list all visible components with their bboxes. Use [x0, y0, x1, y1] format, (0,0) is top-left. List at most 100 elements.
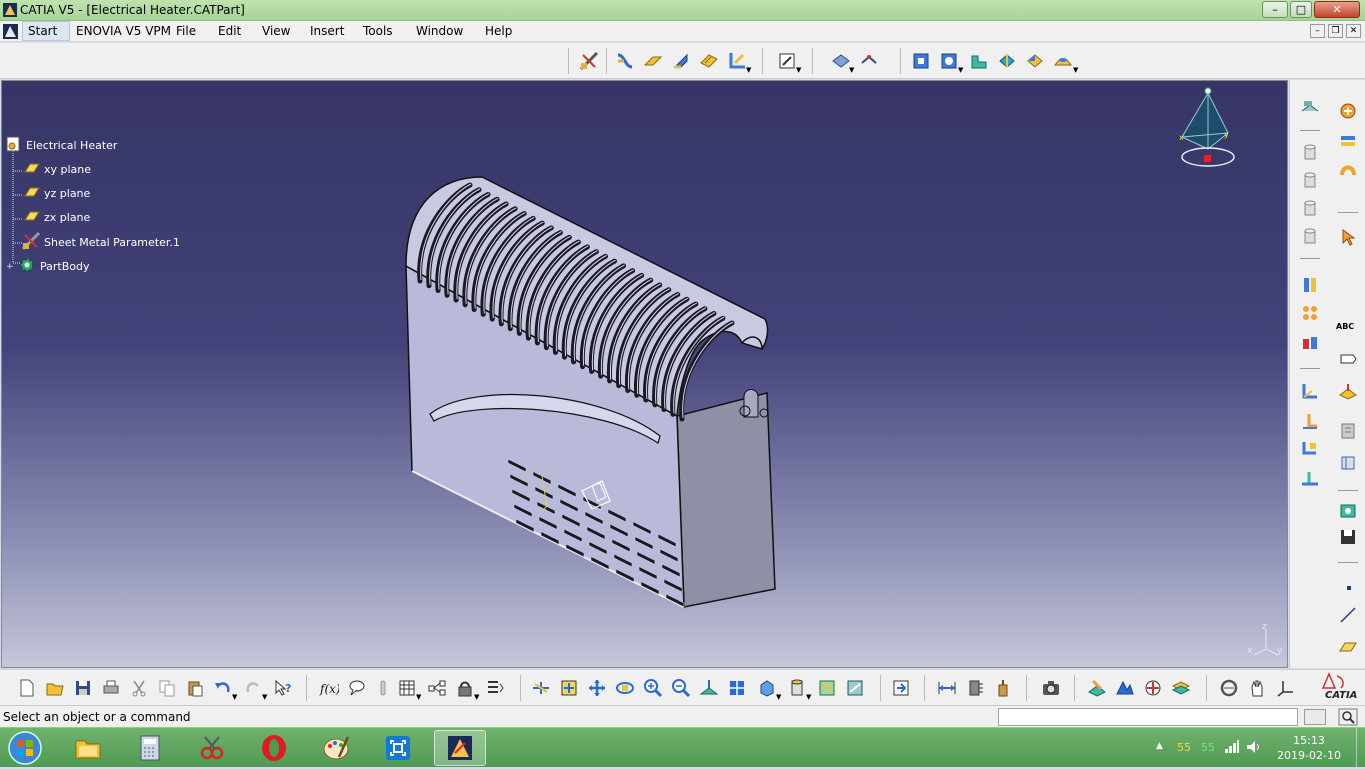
- point-construction-icon[interactable]: [1299, 410, 1321, 432]
- rolled-wall-icon[interactable]: [1337, 130, 1359, 152]
- cylinder-icon-3[interactable]: [1299, 198, 1321, 220]
- multi-view-icon[interactable]: [726, 677, 748, 699]
- select-arrow-icon[interactable]: [1337, 226, 1359, 248]
- rotate-icon[interactable]: [614, 677, 636, 699]
- dropdown-arrow-icon[interactable]: ▼: [849, 66, 854, 74]
- sheet-metal-workbench-icon[interactable]: [1299, 96, 1321, 118]
- hide-show-icon[interactable]: [816, 677, 838, 699]
- menu-help[interactable]: Help: [485, 24, 512, 38]
- cutout-icon[interactable]: [910, 50, 932, 72]
- taskbar-snipping-tool-icon[interactable]: [186, 730, 238, 766]
- cut-icon[interactable]: [128, 677, 150, 699]
- tree-item-xy-plane[interactable]: xy plane: [24, 162, 91, 177]
- cylinder-icon-4[interactable]: [1299, 226, 1321, 248]
- dropdown-arrow-icon[interactable]: ▼: [262, 693, 267, 701]
- hand-pan-icon[interactable]: [1246, 677, 1268, 699]
- expand-icon[interactable]: +: [6, 262, 18, 272]
- comment-icon[interactable]: [346, 677, 368, 699]
- bend-icon[interactable]: [726, 50, 748, 72]
- dropdown-arrow-icon[interactable]: ▼: [474, 693, 479, 701]
- cylinder-icon-2[interactable]: [1299, 170, 1321, 192]
- quick-view-icon[interactable]: [756, 677, 778, 699]
- minimize-button[interactable]: –: [1262, 1, 1288, 18]
- dropdown-arrow-icon[interactable]: ▼: [806, 693, 811, 701]
- hole-icon[interactable]: [938, 50, 960, 72]
- swap-visible-space-icon[interactable]: [844, 677, 866, 699]
- flange-icon[interactable]: [698, 50, 720, 72]
- axis-3d-icon[interactable]: [1274, 677, 1296, 699]
- save-icon[interactable]: [72, 677, 94, 699]
- measure-icon[interactable]: [1299, 332, 1321, 354]
- dropdown-arrow-icon[interactable]: ▼: [416, 693, 421, 701]
- whats-this-help-icon[interactable]: ?: [272, 677, 294, 699]
- show-hidden-icons-button[interactable]: ▲: [1156, 741, 1163, 751]
- render-shading-icon[interactable]: [1142, 677, 1164, 699]
- cylinder-icon-1[interactable]: [1299, 142, 1321, 164]
- maximize-button[interactable]: □: [1290, 1, 1312, 18]
- menu-start[interactable]: Start: [28, 24, 57, 38]
- tree-item-partbody[interactable]: + PartBody: [6, 256, 89, 277]
- normal-view-icon[interactable]: [698, 677, 720, 699]
- print-icon[interactable]: [100, 677, 122, 699]
- taskbar-explorer-icon[interactable]: [62, 730, 114, 766]
- measure-inertia-icon[interactable]: [992, 677, 1014, 699]
- formula-icon[interactable]: f(x): [318, 677, 340, 699]
- wall-on-edge-icon[interactable]: [642, 50, 664, 72]
- redo-icon[interactable]: [242, 677, 264, 699]
- taskbar-paint-icon[interactable]: [310, 730, 362, 766]
- zoom-in-icon[interactable]: [642, 677, 664, 699]
- tree-item-zx-plane[interactable]: zx plane: [24, 210, 90, 225]
- show-desktop-button[interactable]: [1356, 728, 1365, 768]
- system-clock[interactable]: 15:13 2019-02-10: [1270, 733, 1348, 763]
- copy-icon[interactable]: [156, 677, 178, 699]
- tree-item-yz-plane[interactable]: yz plane: [24, 186, 90, 201]
- sheet-metal-parameters-icon[interactable]: [578, 50, 600, 72]
- hopper-icon[interactable]: [1337, 158, 1359, 180]
- product-knowledge-icon[interactable]: [1337, 420, 1359, 442]
- macro-icon[interactable]: [372, 677, 394, 699]
- layer-filter-icon[interactable]: [1170, 677, 1192, 699]
- abc-text-icon[interactable]: ABC: [1336, 322, 1354, 331]
- knowledge-tree-icon[interactable]: [426, 677, 448, 699]
- pan-icon[interactable]: [586, 677, 608, 699]
- close-button[interactable]: ✕: [1314, 1, 1360, 18]
- taskbar-opera-icon[interactable]: [248, 730, 300, 766]
- tray-indicator-2[interactable]: 55: [1201, 741, 1215, 754]
- start-menu-icon[interactable]: [3, 24, 18, 42]
- open-folder-icon[interactable]: [44, 677, 66, 699]
- undo-icon[interactable]: [212, 677, 234, 699]
- point-to-point-icon[interactable]: [858, 50, 880, 72]
- command-options-button[interactable]: [1304, 709, 1326, 725]
- fit-all-in-icon[interactable]: [558, 677, 580, 699]
- update-icon[interactable]: [890, 677, 912, 699]
- fly-mode-icon[interactable]: [530, 677, 552, 699]
- doc-close-button[interactable]: ✕: [1346, 24, 1361, 38]
- dropdown-arrow-icon[interactable]: ▼: [796, 66, 801, 74]
- zoom-out-icon[interactable]: [670, 677, 692, 699]
- sketcher-icon[interactable]: [776, 50, 798, 72]
- parameters-list-icon[interactable]: [484, 677, 506, 699]
- command-input[interactable]: [998, 708, 1298, 726]
- dropdown-arrow-icon[interactable]: ▼: [746, 66, 751, 74]
- tree-item-sheet-metal-parameter[interactable]: Sheet Metal Parameter.1: [21, 231, 180, 253]
- doc-restore-button[interactable]: ❐: [1328, 24, 1343, 38]
- menu-window[interactable]: Window: [416, 24, 463, 38]
- menu-view[interactable]: View: [262, 24, 290, 38]
- pattern-icon[interactable]: [1299, 274, 1321, 296]
- stamping-icon[interactable]: [1052, 50, 1074, 72]
- catalog-icon[interactable]: [1337, 500, 1359, 522]
- measure-between-icon[interactable]: [936, 677, 958, 699]
- 3d-viewport[interactable]: Electrical Heater xy plane yz plane zx p…: [1, 80, 1288, 668]
- chamfer-icon[interactable]: [1024, 50, 1046, 72]
- menu-file[interactable]: File: [176, 24, 196, 38]
- tree-root[interactable]: Electrical Heater: [4, 135, 117, 156]
- line-construction-icon[interactable]: [1299, 438, 1321, 460]
- wall-icon[interactable]: [614, 50, 636, 72]
- taskbar-screenshot-tool-icon[interactable]: [372, 730, 424, 766]
- measure-item-icon[interactable]: [964, 677, 986, 699]
- flag-note-icon[interactable]: [1337, 348, 1359, 370]
- annotation-plane-icon[interactable]: [1337, 380, 1359, 402]
- tray-indicator-1[interactable]: 55: [1177, 741, 1191, 754]
- scene-icon[interactable]: [1114, 677, 1136, 699]
- dropdown-arrow-icon[interactable]: ▼: [776, 693, 781, 701]
